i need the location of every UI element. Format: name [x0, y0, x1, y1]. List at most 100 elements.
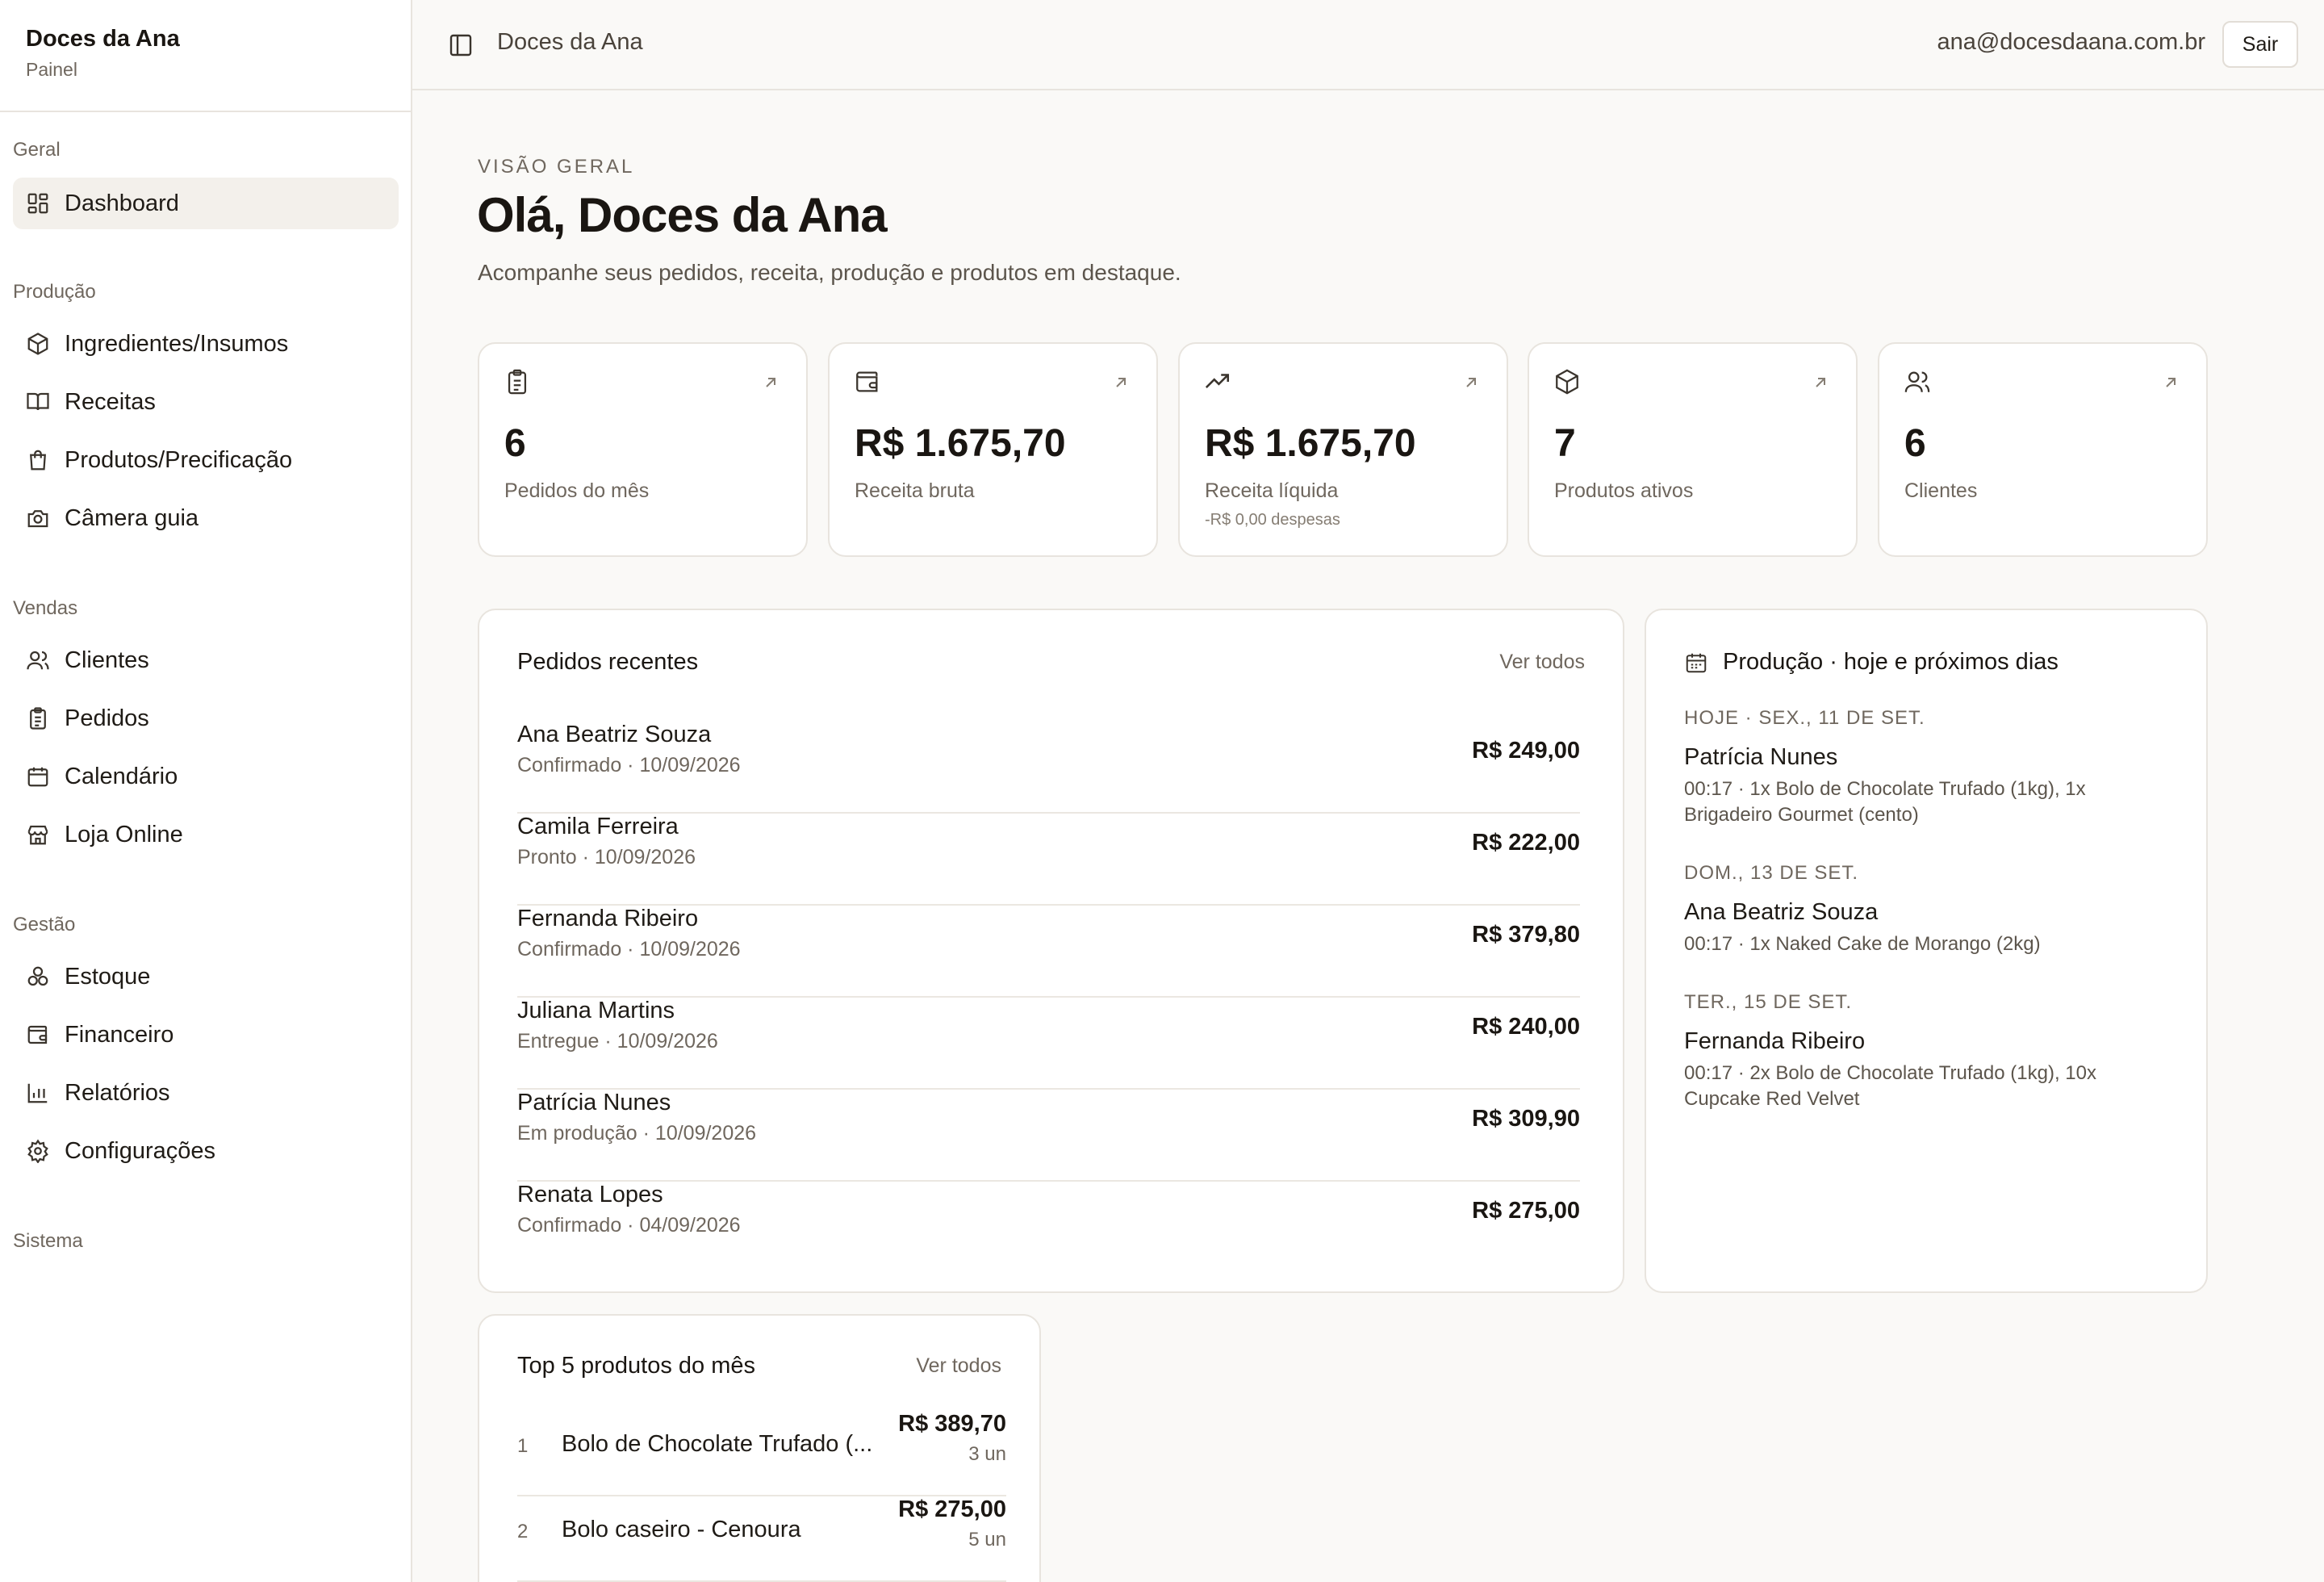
sidebar-item-calendario[interactable]: Calendário: [13, 751, 399, 802]
order-row[interactable]: Patrícia Nunes Em produção · 10/09/2026 …: [517, 1090, 1580, 1182]
boxes-icon: [27, 966, 48, 986]
sidebar-item-receitas[interactable]: Receitas: [13, 376, 399, 428]
sidebar-item-label: Ingredientes/Insumos: [65, 330, 289, 357]
sidebar-item-dashboard[interactable]: Dashboard: [13, 178, 399, 229]
calendar-icon: [27, 767, 48, 787]
stat-card-pedidos[interactable]: 6 Pedidos do mês: [478, 342, 808, 557]
stat-card-produtos[interactable]: 7 Produtos ativos: [1528, 342, 1858, 557]
arrow-up-right-icon: [1816, 378, 1825, 387]
package-icon: [27, 333, 48, 355]
sidebar-item-label: Câmera guia: [65, 504, 199, 531]
clipboard-icon: [508, 369, 527, 395]
stat-label: Clientes: [1904, 479, 1978, 502]
order-row[interactable]: Ana Beatriz Souza Confirmado · 10/09/202…: [517, 722, 1580, 814]
user-email: ana@docesdaana.com.br: [1937, 29, 2205, 55]
production-detail: 00:17 · 1x Naked Cake de Morango (2kg): [1684, 933, 2041, 955]
arrow-up-right-icon: [1116, 378, 1126, 387]
sidebar-item-clientes[interactable]: Clientes: [13, 634, 399, 686]
order-row[interactable]: Renata Lopes Confirmado · 04/09/2026 R$ …: [517, 1182, 1580, 1274]
production-panel: Produção · hoje e próximos dias HOJE · S…: [1645, 609, 2208, 1293]
nav-group-geral: Geral: [13, 139, 61, 161]
product-rank: 2: [517, 1521, 529, 1542]
top-product-row[interactable]: 2 Bolo caseiro - Cenoura R$ 275,00 5 un: [517, 1496, 1006, 1582]
camera-icon: [27, 510, 48, 528]
order-row[interactable]: Fernanda Ribeiro Confirmado · 10/09/2026…: [517, 906, 1580, 998]
sidebar-item-label: Calendário: [65, 763, 178, 789]
sidebar-item-configuracoes[interactable]: Configurações: [13, 1125, 399, 1177]
order-value: R$ 222,00: [1472, 830, 1580, 856]
product-quantity: 5 un: [968, 1529, 1006, 1551]
sidebar-item-camera[interactable]: Câmera guia: [13, 492, 399, 544]
sidebar-item-pedidos[interactable]: Pedidos: [13, 693, 399, 744]
order-client: Camila Ferreira: [517, 814, 679, 839]
sidebar-item-produtos[interactable]: Produtos/Precificação: [13, 434, 399, 486]
stat-label: Produtos ativos: [1554, 479, 1694, 502]
topbar-title: Doces da Ana: [497, 29, 643, 55]
sidebar-item-label: Relatórios: [65, 1079, 170, 1106]
product-name: Bolo caseiro - Cenoura: [562, 1517, 801, 1542]
logout-button[interactable]: Sair: [2222, 21, 2298, 68]
production-title: Produção · hoje e próximos dias: [1723, 649, 2059, 675]
order-row[interactable]: Camila Ferreira Pronto · 10/09/2026 R$ 2…: [517, 814, 1580, 906]
sidebar-item-label: Receitas: [65, 388, 156, 415]
sidebar-item-estoque[interactable]: Estoque: [13, 951, 399, 1002]
stat-value: R$ 1.675,70: [1205, 422, 1416, 465]
trending-up-icon: [1205, 374, 1230, 388]
order-meta: Em produção · 10/09/2026: [517, 1122, 757, 1145]
stat-label: Receita bruta: [855, 479, 975, 502]
stat-label: Pedidos do mês: [504, 479, 650, 502]
store-icon: [27, 825, 48, 845]
order-value: R$ 379,80: [1472, 922, 1580, 948]
sidebar-item-financeiro[interactable]: Financeiro: [13, 1009, 399, 1061]
gear-icon: [27, 1139, 48, 1163]
page-title: Olá, Doces da Ana: [477, 188, 888, 242]
order-meta: Confirmado · 10/09/2026: [517, 754, 741, 776]
order-value: R$ 309,90: [1472, 1106, 1580, 1132]
stat-note: -R$ 0,00 despesas: [1205, 511, 1340, 529]
product-revenue: R$ 275,00: [898, 1496, 1006, 1522]
stat-value: 6: [504, 422, 526, 465]
sidebar-item-loja-online[interactable]: Loja Online: [13, 809, 399, 860]
production-detail: 00:17 · 1x Bolo de Chocolate Trufado (1k…: [1684, 778, 2086, 826]
sidebar-item-label: Clientes: [65, 647, 149, 673]
production-detail: 00:17 · 2x Bolo de Chocolate Trufado (1k…: [1684, 1062, 2096, 1110]
order-meta: Confirmado · 10/09/2026: [517, 938, 741, 960]
sidebar-item-relatorios[interactable]: Relatórios: [13, 1067, 399, 1119]
package-icon: [1556, 369, 1578, 395]
sidebar-toggle-icon[interactable]: [448, 32, 474, 58]
brand: Doces da Ana Painel: [0, 0, 411, 112]
page-subtitle: Acompanhe seus pedidos, receita, produçã…: [478, 260, 1181, 285]
page-eyebrow: VISÃO GERAL: [478, 156, 635, 178]
sidebar-item-label: Configurações: [65, 1137, 215, 1164]
sidebar-item-label: Estoque: [65, 963, 151, 990]
order-meta: Entregue · 10/09/2026: [517, 1030, 718, 1053]
product-revenue: R$ 389,70: [898, 1411, 1006, 1437]
sidebar-item-ingredientes[interactable]: Ingredientes/Insumos: [13, 318, 399, 370]
sidebar-item-label: Produtos/Precificação: [65, 446, 293, 473]
stat-card-receita-bruta[interactable]: R$ 1.675,70 Receita bruta: [828, 342, 1158, 557]
nav-group-vendas: Vendas: [13, 597, 78, 619]
order-meta: Pronto · 10/09/2026: [517, 846, 696, 868]
order-client: Renata Lopes: [517, 1182, 663, 1207]
book-icon: [27, 392, 49, 411]
clipboard-icon: [30, 707, 46, 730]
users-icon: [1904, 371, 1930, 392]
top-products-title: Top 5 produtos do mês: [517, 1353, 756, 1379]
recent-orders-view-all-link[interactable]: Ver todos: [1499, 651, 1585, 674]
order-row[interactable]: Juliana Martins Entregue · 10/09/2026 R$…: [517, 998, 1580, 1090]
shopping-bag-icon: [30, 450, 46, 471]
production-client: Ana Beatriz Souza: [1684, 899, 1879, 925]
production-client: Patrícia Nunes: [1684, 744, 1838, 770]
arrow-up-right-icon: [1466, 378, 1476, 387]
stat-card-clientes[interactable]: 6 Clientes: [1878, 342, 2208, 557]
top-products-view-all-link[interactable]: Ver todos: [916, 1354, 1001, 1378]
order-meta: Confirmado · 04/09/2026: [517, 1214, 741, 1237]
sidebar-item-label: Dashboard: [65, 190, 179, 216]
stat-card-receita-liquida[interactable]: R$ 1.675,70 Receita líquida -R$ 0,00 des…: [1178, 342, 1508, 557]
order-client: Patrícia Nunes: [517, 1090, 671, 1115]
nav-group-gestao: Gestão: [13, 914, 76, 935]
top-product-row[interactable]: 1 Bolo de Chocolate Trufado (... R$ 389,…: [517, 1411, 1006, 1496]
stat-value: R$ 1.675,70: [855, 422, 1066, 465]
wallet-icon: [856, 371, 878, 392]
production-client: Fernanda Ribeiro: [1684, 1028, 1866, 1054]
